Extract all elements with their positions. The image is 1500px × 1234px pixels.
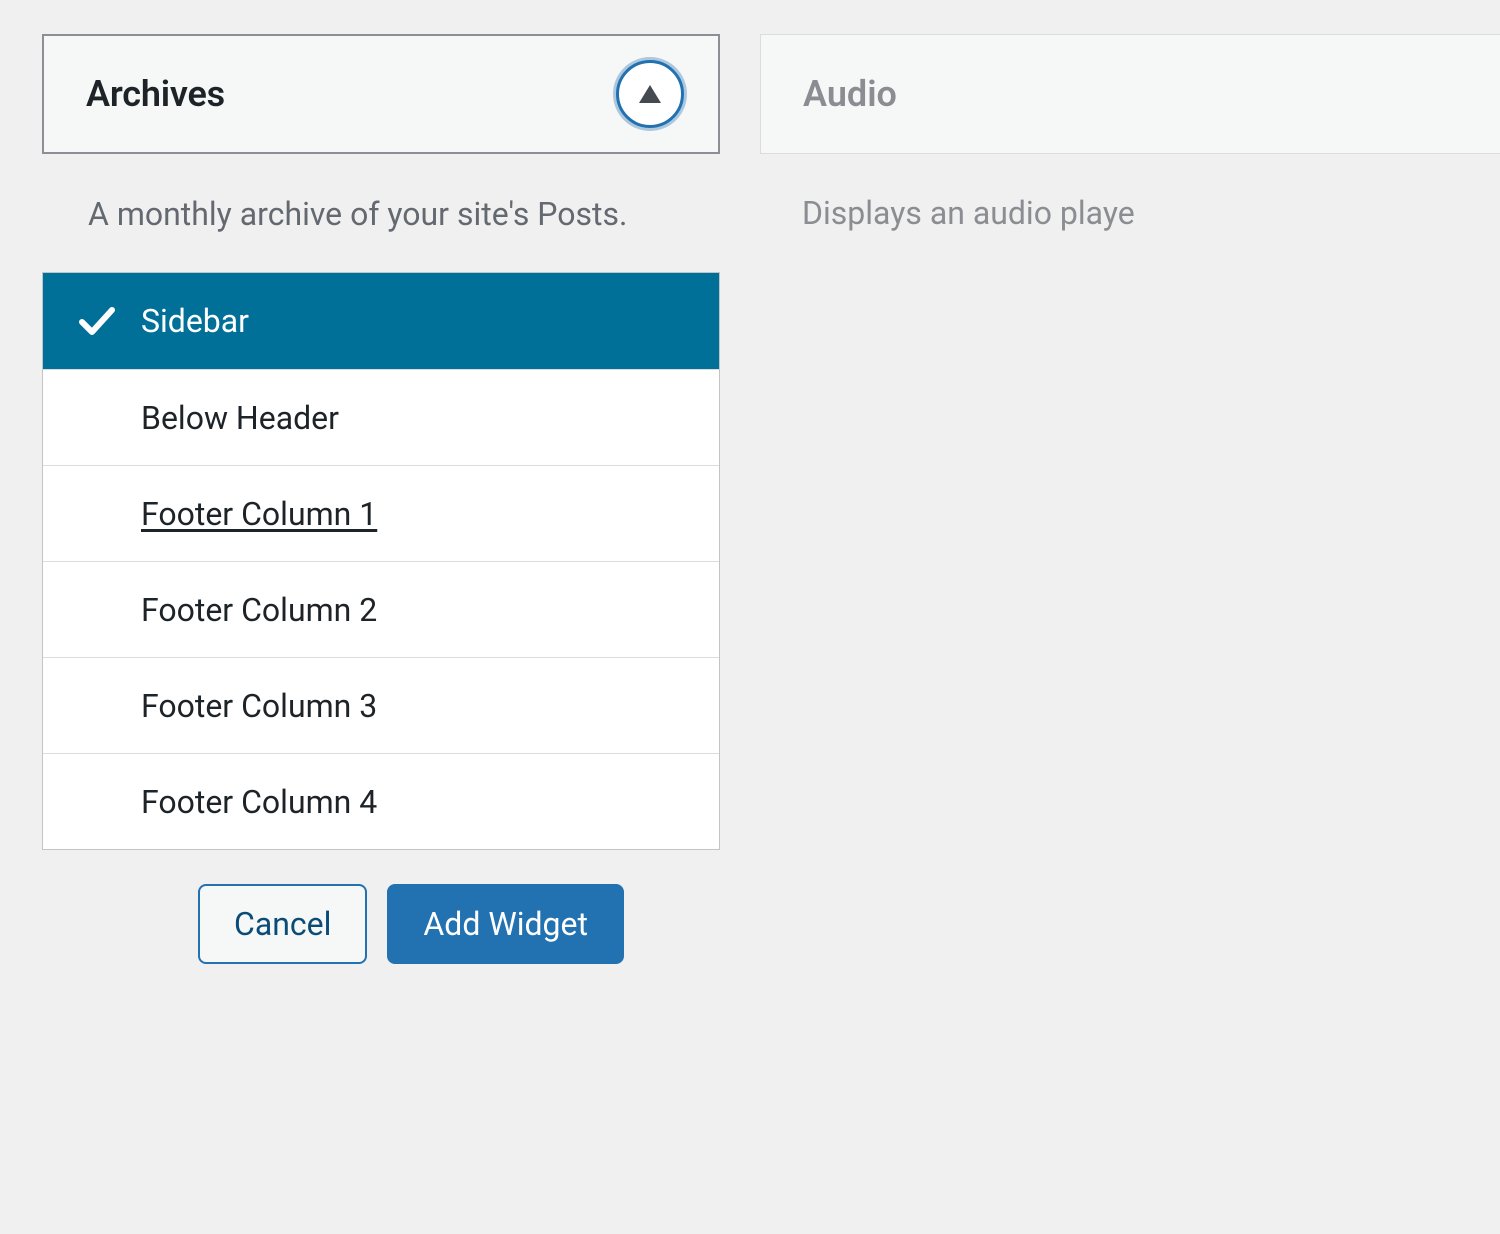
location-label: Footer Column 1 — [141, 495, 377, 533]
check-icon — [79, 306, 115, 336]
widget-description: A monthly archive of your site's Posts. — [42, 154, 720, 272]
location-item[interactable]: Sidebar — [43, 273, 719, 369]
widget-card-archives: Archives A monthly archive of your site'… — [42, 34, 720, 964]
widget-header[interactable]: Archives — [42, 34, 720, 154]
location-list: Sidebar Below Header Footer Column 1 Footer… — [42, 272, 720, 850]
widget-title: Audio — [803, 73, 897, 115]
action-row: Cancel Add Widget — [42, 884, 720, 964]
location-label: Footer Column 4 — [141, 783, 377, 821]
collapse-toggle-button[interactable] — [616, 60, 684, 128]
widget-card-audio: Audio Displays an audio playe — [760, 34, 1500, 270]
location-item[interactable]: Footer Column 2 — [43, 561, 719, 657]
widget-header[interactable]: Audio — [760, 34, 1500, 154]
add-widget-button[interactable]: Add Widget — [387, 884, 624, 964]
triangle-up-icon — [639, 85, 661, 103]
location-item[interactable]: Footer Column 1 — [43, 465, 719, 561]
location-item[interactable]: Below Header — [43, 369, 719, 465]
location-label: Below Header — [141, 399, 339, 437]
location-item[interactable]: Footer Column 4 — [43, 753, 719, 849]
location-item[interactable]: Footer Column 3 — [43, 657, 719, 753]
widget-description: Displays an audio playe — [760, 154, 1500, 270]
location-label: Sidebar — [141, 302, 249, 340]
cancel-button[interactable]: Cancel — [198, 884, 367, 964]
location-label: Footer Column 3 — [141, 687, 377, 725]
widget-title: Archives — [86, 73, 225, 115]
location-label: Footer Column 2 — [141, 591, 377, 629]
